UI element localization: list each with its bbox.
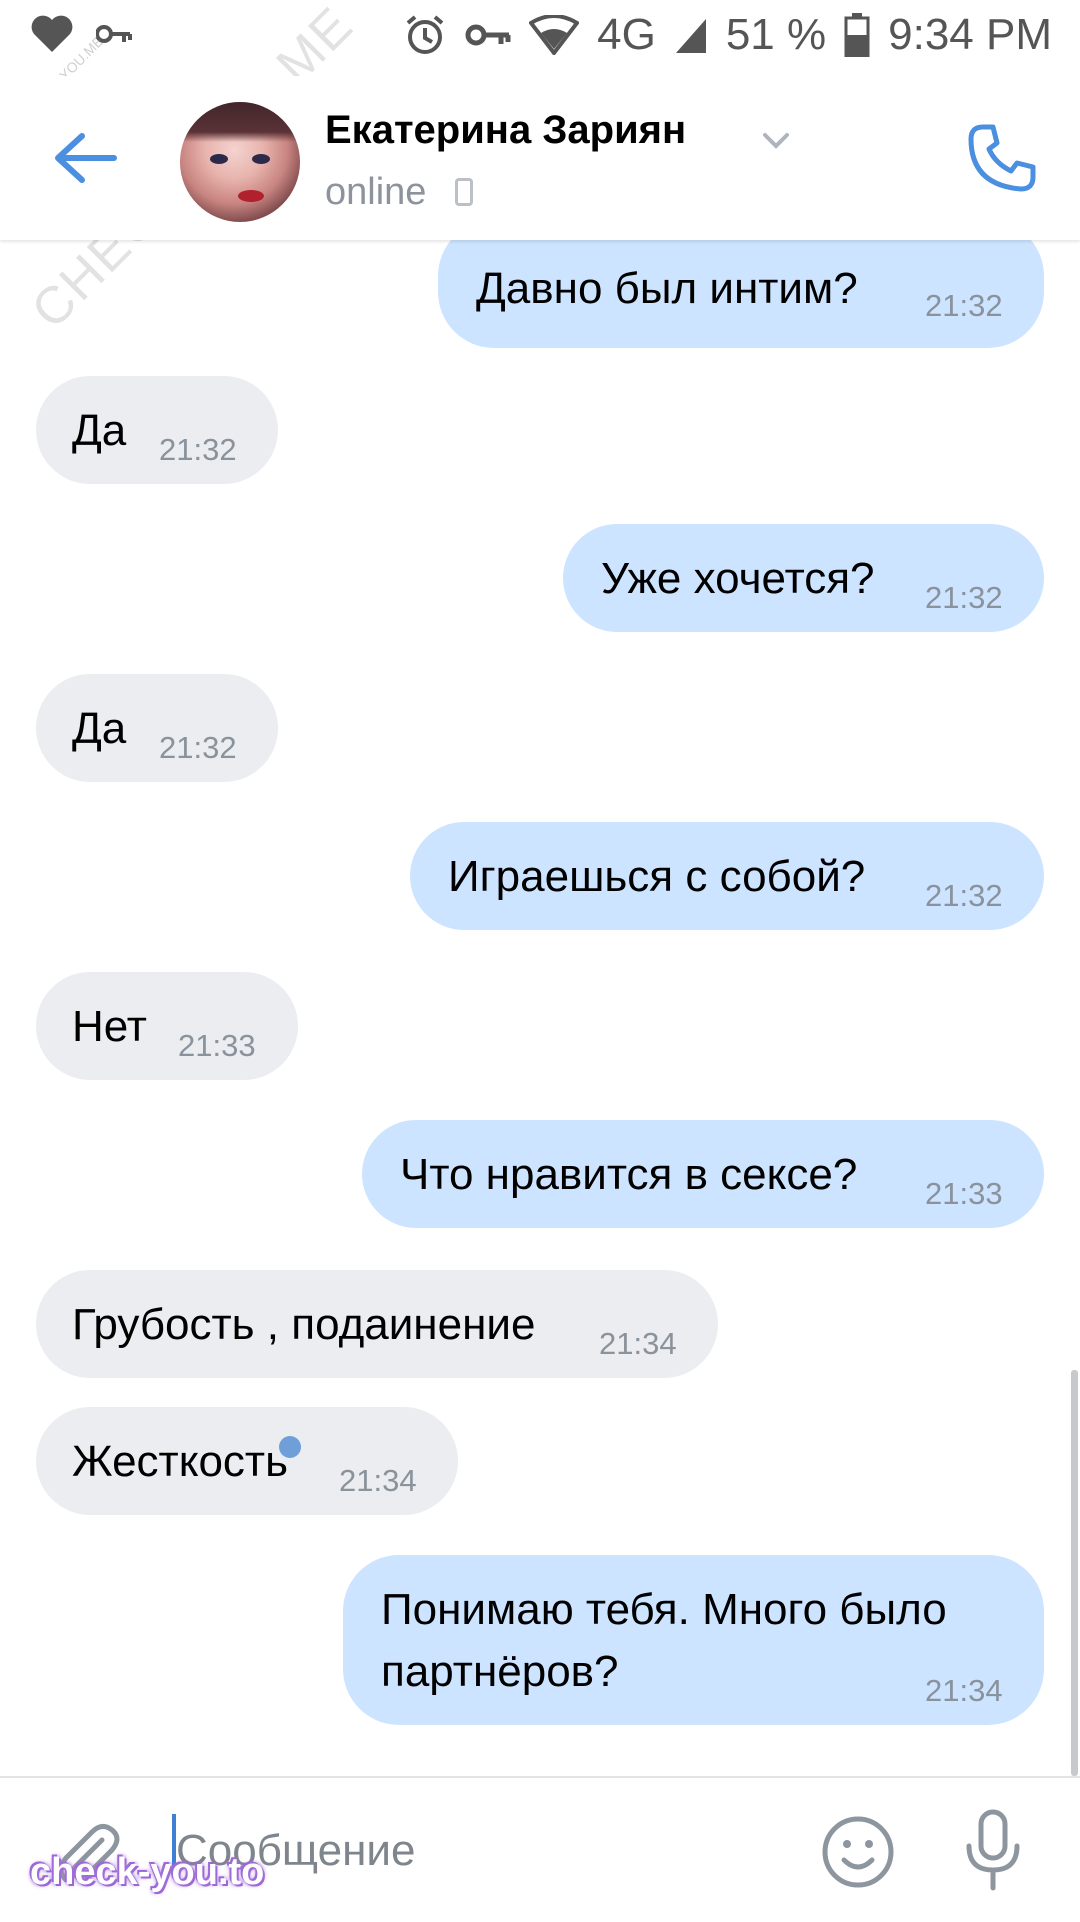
alarm-icon — [403, 13, 447, 57]
smiley-icon — [822, 1816, 894, 1888]
message-bubble[interactable]: Уже хочется? 21:32 — [563, 524, 1044, 632]
vpn-key-icon — [465, 22, 511, 48]
back-button[interactable] — [50, 128, 120, 188]
arrow-left-icon — [55, 133, 117, 183]
message-bubble[interactable]: Что нравится в сексе? 21:33 — [362, 1120, 1044, 1228]
message-bubble[interactable]: Грубость , подаинение 21:34 — [36, 1270, 718, 1378]
clock: 9:34 PM — [888, 10, 1052, 59]
message-bubble[interactable]: Играешься с собой? 21:32 — [410, 822, 1044, 930]
heart-icon — [30, 14, 74, 54]
composer-bar — [0, 1776, 1080, 1922]
contact-status: online — [325, 171, 427, 213]
message-bubble[interactable]: Жесткость 21:34 — [36, 1407, 458, 1515]
network-type: 4G — [597, 10, 656, 59]
avatar[interactable] — [180, 102, 300, 222]
unread-indicator — [279, 1436, 301, 1458]
message-list[interactable]: Давно был интим? 21:32 Да 21:32 Уже хоче… — [0, 220, 1080, 1775]
call-button[interactable] — [965, 121, 1039, 195]
mobile-device-icon — [455, 178, 473, 206]
wifi-icon — [529, 15, 580, 55]
watermark-bottom: check-you.to — [30, 1851, 265, 1893]
chevron-down-icon[interactable] — [762, 132, 790, 155]
scrollbar[interactable] — [1071, 1370, 1078, 1776]
chat-header: Екатерина Зариян online — [0, 76, 1080, 240]
microphone-icon — [966, 1809, 1020, 1891]
status-bar: 4G 51 % 9:34 PM — [0, 0, 1080, 76]
emoji-button[interactable] — [820, 1814, 896, 1890]
message-bubble[interactable]: Нет 21:33 — [36, 972, 298, 1080]
battery-icon — [844, 13, 870, 57]
contact-name[interactable]: Екатерина Зариян — [325, 108, 686, 153]
message-bubble[interactable]: Понимаю тебя. Много было партнёров? 21:3… — [343, 1555, 1044, 1725]
phone-icon — [968, 124, 1036, 192]
voice-message-button[interactable] — [963, 1808, 1023, 1894]
battery-percent: 51 % — [725, 10, 827, 59]
message-bubble[interactable]: Да 21:32 — [36, 376, 278, 484]
message-bubble[interactable]: Да 21:32 — [36, 674, 278, 782]
signal-icon — [674, 15, 708, 55]
